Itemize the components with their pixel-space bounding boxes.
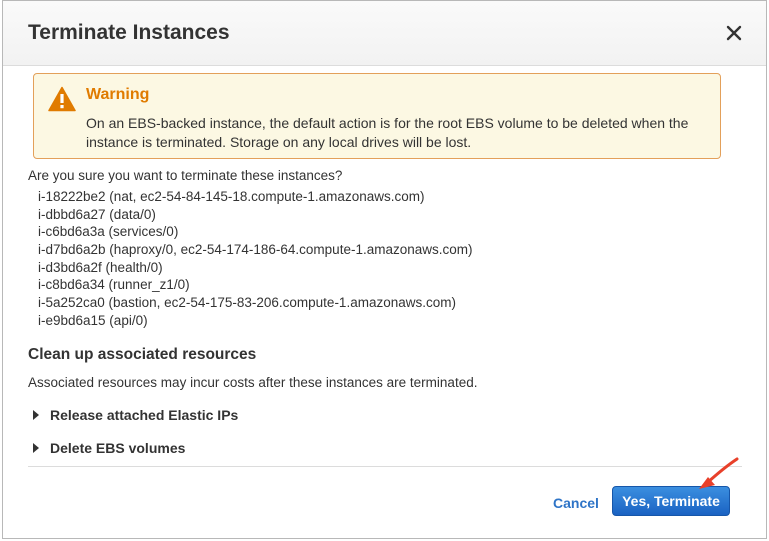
instance-list: i-18222be2 (nat, ec2-54-84-145-18.comput… <box>38 188 473 330</box>
instance-item: i-e9bd6a15 (api/0) <box>38 312 148 328</box>
instance-item: i-d7bd6a2b (haproxy/0, ec2-54-174-186-64… <box>38 242 473 258</box>
dialog-title: Terminate Instances <box>28 21 230 44</box>
instance-item: i-dbbd6a27 (data/0) <box>38 206 156 222</box>
instance-item: i-5a252ca0 (bastion, ec2-54-175-83-206.c… <box>38 295 456 311</box>
close-icon[interactable] <box>724 23 744 43</box>
instance-item: i-18222be2 (nat, ec2-54-84-145-18.comput… <box>38 189 425 204</box>
cleanup-description: Associated resources may incur costs aft… <box>28 375 478 390</box>
warning-box: Warning On an EBS-backed instance, the d… <box>33 73 721 159</box>
dialog-header: Terminate Instances <box>3 1 766 66</box>
instance-item: i-c8bd6a34 (runner_z1/0) <box>38 277 190 293</box>
cancel-button[interactable]: Cancel <box>553 495 599 511</box>
release-elastic-ips-toggle[interactable]: Release attached Elastic IPs <box>33 407 238 423</box>
instance-item: i-c6bd6a3a (services/0) <box>38 224 179 240</box>
caret-right-icon <box>33 410 39 420</box>
release-elastic-ips-label: Release attached Elastic IPs <box>50 407 239 423</box>
cleanup-heading: Clean up associated resources <box>28 346 257 363</box>
instance-item: i-d3bd6a2f (health/0) <box>38 259 163 275</box>
warning-title: Warning <box>86 86 150 103</box>
warning-icon <box>48 86 76 112</box>
footer-divider <box>28 466 742 467</box>
delete-ebs-volumes-label: Delete EBS volumes <box>50 440 186 456</box>
warning-text: On an EBS-backed instance, the default a… <box>86 115 689 150</box>
delete-ebs-volumes-toggle[interactable]: Delete EBS volumes <box>33 440 185 456</box>
terminate-instances-dialog: Terminate Instances Warning On an EBS-ba… <box>2 0 767 539</box>
caret-right-icon <box>33 443 39 453</box>
annotation-arrow-icon <box>695 456 741 492</box>
confirm-question: Are you sure you want to terminate these… <box>28 168 343 183</box>
